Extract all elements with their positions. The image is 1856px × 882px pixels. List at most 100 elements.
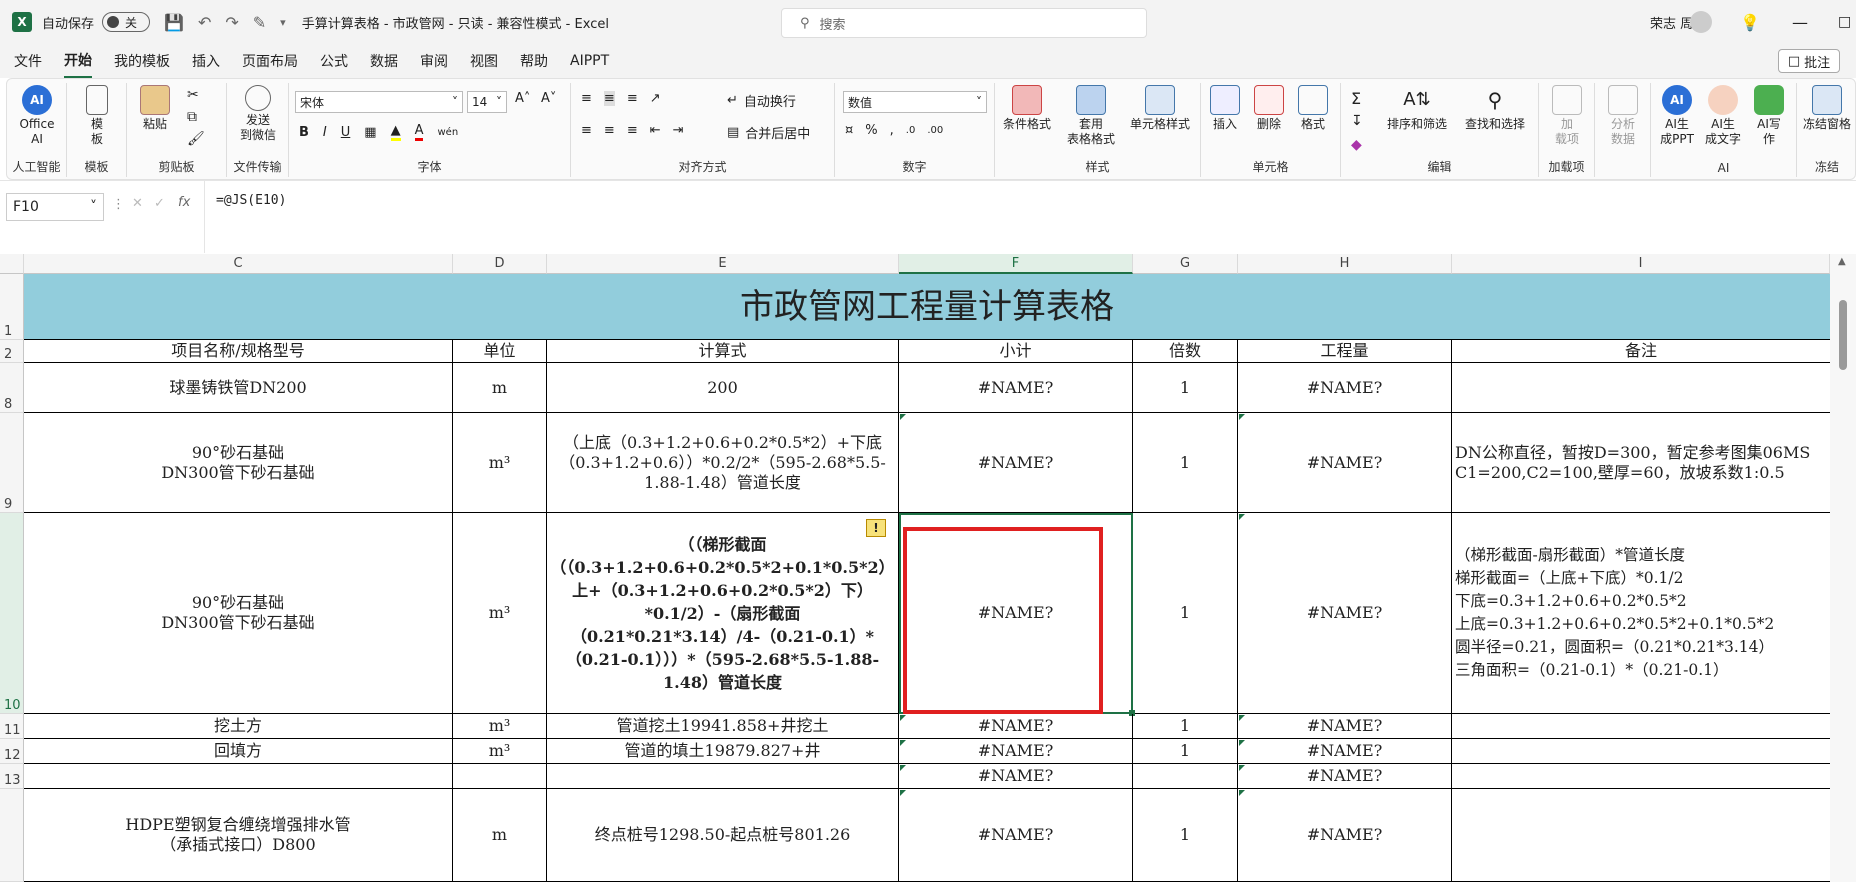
row-header-2[interactable]: 2 bbox=[0, 340, 24, 363]
delete-cells-button[interactable]: 删除 bbox=[1249, 85, 1289, 132]
tab-view[interactable]: 视图 bbox=[470, 45, 498, 77]
row-header-11[interactable]: 11 bbox=[0, 714, 24, 739]
increase-decimal-icon[interactable]: .0 bbox=[906, 125, 916, 136]
insert-cells-button[interactable]: 插入 bbox=[1205, 85, 1245, 132]
column-header-i[interactable]: I bbox=[1452, 254, 1830, 274]
cell-f14[interactable]: #NAME? bbox=[899, 789, 1133, 882]
cell-c10[interactable]: 90°砂石基础 DN300管下砂石基础 bbox=[24, 513, 453, 714]
header-multiplier[interactable]: 倍数 bbox=[1133, 340, 1238, 363]
office-ai-button[interactable]: AI Office AI bbox=[11, 85, 63, 147]
column-header-h[interactable]: H bbox=[1238, 254, 1452, 274]
percent-icon[interactable]: % bbox=[865, 123, 877, 138]
ai-text-button[interactable]: AI生 成文字 bbox=[1701, 85, 1745, 147]
header-notes[interactable]: 备注 bbox=[1452, 340, 1830, 363]
cell-h13[interactable]: #NAME? bbox=[1238, 764, 1452, 789]
shrink-font-icon[interactable]: A˅ bbox=[541, 91, 556, 106]
cell-e11[interactable]: 管道挖土19941.858+井挖土 bbox=[547, 714, 899, 739]
cell-g10[interactable]: 1 bbox=[1133, 513, 1238, 714]
tab-aippt[interactable]: AIPPT bbox=[570, 47, 609, 75]
format-as-table-button[interactable]: 套用 表格格式 bbox=[1061, 85, 1121, 147]
tab-help[interactable]: 帮助 bbox=[520, 45, 548, 77]
cell-h11[interactable]: #NAME? bbox=[1238, 714, 1452, 739]
cell-h12[interactable]: #NAME? bbox=[1238, 739, 1452, 764]
row-header-8[interactable]: 8 bbox=[0, 363, 24, 413]
header-subtotal[interactable]: 小计 bbox=[899, 340, 1133, 363]
cell-g8[interactable]: 1 bbox=[1133, 363, 1238, 413]
tab-data[interactable]: 数据 bbox=[370, 45, 398, 77]
cell-c8[interactable]: 球墨铸铁管DN200 bbox=[24, 363, 453, 413]
cell-g13[interactable] bbox=[1133, 764, 1238, 789]
cell-h8[interactable]: #NAME? bbox=[1238, 363, 1452, 413]
comma-icon[interactable]: , bbox=[890, 123, 894, 138]
cell-i9[interactable]: DN公称直径，暂按D=300，暂定参考图集06MS C1=200,C2=100,… bbox=[1452, 413, 1830, 513]
underline-icon[interactable]: U bbox=[341, 125, 351, 140]
cell-f8[interactable]: #NAME? bbox=[899, 363, 1133, 413]
cell-g9[interactable]: 1 bbox=[1133, 413, 1238, 513]
cell-d10[interactable]: m³ bbox=[453, 513, 547, 714]
conditional-format-button[interactable]: 条件格式 bbox=[999, 85, 1055, 132]
paste-button[interactable]: 粘贴 bbox=[135, 85, 175, 132]
row-header-14[interactable] bbox=[0, 789, 24, 882]
decrease-decimal-icon[interactable]: .00 bbox=[927, 125, 943, 136]
sort-filter-button[interactable]: A⇅ 排序和筛选 bbox=[1379, 85, 1455, 132]
avatar[interactable] bbox=[1690, 11, 1712, 33]
ai-ppt-button[interactable]: AI AI生 成PPT bbox=[1655, 85, 1699, 147]
more-icon[interactable]: ⋮ bbox=[112, 197, 125, 212]
minimize-icon[interactable]: — bbox=[1792, 13, 1808, 32]
row-header-10[interactable]: 10 bbox=[0, 513, 24, 714]
name-box[interactable]: F10 ˅ bbox=[6, 193, 104, 221]
header-item-name[interactable]: 项目名称/规格型号 bbox=[24, 340, 453, 363]
cell-e8[interactable]: 200 bbox=[547, 363, 899, 413]
column-header-d[interactable]: D bbox=[453, 254, 547, 274]
cell-d9[interactable]: m³ bbox=[453, 413, 547, 513]
bold-icon[interactable]: B bbox=[299, 125, 309, 140]
scrollbar-thumb[interactable] bbox=[1839, 300, 1847, 370]
phonetic-icon[interactable]: wén bbox=[437, 127, 458, 138]
cell-d8[interactable]: m bbox=[453, 363, 547, 413]
cell-c9[interactable]: 90°砂石基础 DN300管下砂石基础 bbox=[24, 413, 453, 513]
redo-icon[interactable]: ↷ bbox=[225, 13, 238, 32]
cell-h9[interactable]: #NAME? bbox=[1238, 413, 1452, 513]
cell-d12[interactable]: m³ bbox=[453, 739, 547, 764]
cell-e13[interactable] bbox=[547, 764, 899, 789]
column-header-c[interactable]: C bbox=[24, 254, 453, 274]
row-header-9[interactable]: 9 bbox=[0, 413, 24, 513]
cell-h14[interactable]: #NAME? bbox=[1238, 789, 1452, 882]
find-select-button[interactable]: ⚲ 查找和选择 bbox=[1457, 85, 1533, 132]
cell-i10[interactable]: （梯形截面-扇形截面）*管道长度 梯形截面=（上底+下底）*0.1/2 下底=0… bbox=[1452, 513, 1830, 714]
grow-font-icon[interactable]: A˄ bbox=[515, 91, 530, 106]
cell-c13[interactable] bbox=[24, 764, 453, 789]
cell-c14[interactable]: HDPE塑钢复合缠绕增强排水管 （承插式接口）D800 bbox=[24, 789, 453, 882]
wrap-text-button[interactable]: ↵ 自动换行 bbox=[727, 91, 796, 110]
clear-icon[interactable]: ◆ bbox=[1351, 137, 1362, 153]
cell-i14[interactable] bbox=[1452, 789, 1830, 882]
cut-icon[interactable]: ✂ bbox=[187, 87, 199, 103]
header-unit[interactable]: 单位 bbox=[453, 340, 547, 363]
currency-icon[interactable]: ¤ bbox=[845, 123, 853, 138]
cell-c11[interactable]: 挖土方 bbox=[24, 714, 453, 739]
font-name-combo[interactable]: 宋体 ˅ bbox=[295, 91, 463, 113]
select-all-corner[interactable] bbox=[0, 254, 24, 274]
format-painter-icon[interactable]: 🖌 bbox=[187, 131, 205, 147]
enter-icon[interactable]: ✓ bbox=[154, 196, 165, 211]
align-top-icon[interactable]: ≡ bbox=[581, 91, 592, 106]
cell-e12[interactable]: 管道的填土19879.827+井 bbox=[547, 739, 899, 764]
header-formula[interactable]: 计算式 bbox=[547, 340, 899, 363]
cell-e9[interactable]: （上底（0.3+1.2+0.6+0.2*0.5*2）+下底（0.3+1.2+0.… bbox=[547, 413, 899, 513]
ai-write-button[interactable]: AI写 作 bbox=[1747, 85, 1791, 147]
tab-page-layout[interactable]: 页面布局 bbox=[242, 45, 298, 77]
cell-d13[interactable] bbox=[453, 764, 547, 789]
cancel-icon[interactable]: ✕ bbox=[132, 196, 143, 211]
align-right-icon[interactable]: ≡ bbox=[627, 123, 638, 138]
tab-home[interactable]: 开始 bbox=[64, 44, 92, 79]
number-format-combo[interactable]: 数值 ˅ bbox=[843, 91, 987, 113]
cell-f9[interactable]: #NAME? bbox=[899, 413, 1133, 513]
fill-color-icon[interactable]: ▲ bbox=[390, 123, 401, 141]
merge-center-button[interactable]: ▤ 合并后居中 bbox=[727, 123, 810, 142]
insert-function-icon[interactable]: fx bbox=[178, 195, 190, 210]
copy-icon[interactable]: ⧉ bbox=[187, 109, 197, 125]
cell-styles-button[interactable]: 单元格样式 bbox=[1123, 85, 1197, 132]
border-icon[interactable]: ▦ bbox=[364, 125, 376, 140]
cell-c12[interactable]: 回填方 bbox=[24, 739, 453, 764]
fill-icon[interactable]: ↧ bbox=[1351, 113, 1363, 129]
